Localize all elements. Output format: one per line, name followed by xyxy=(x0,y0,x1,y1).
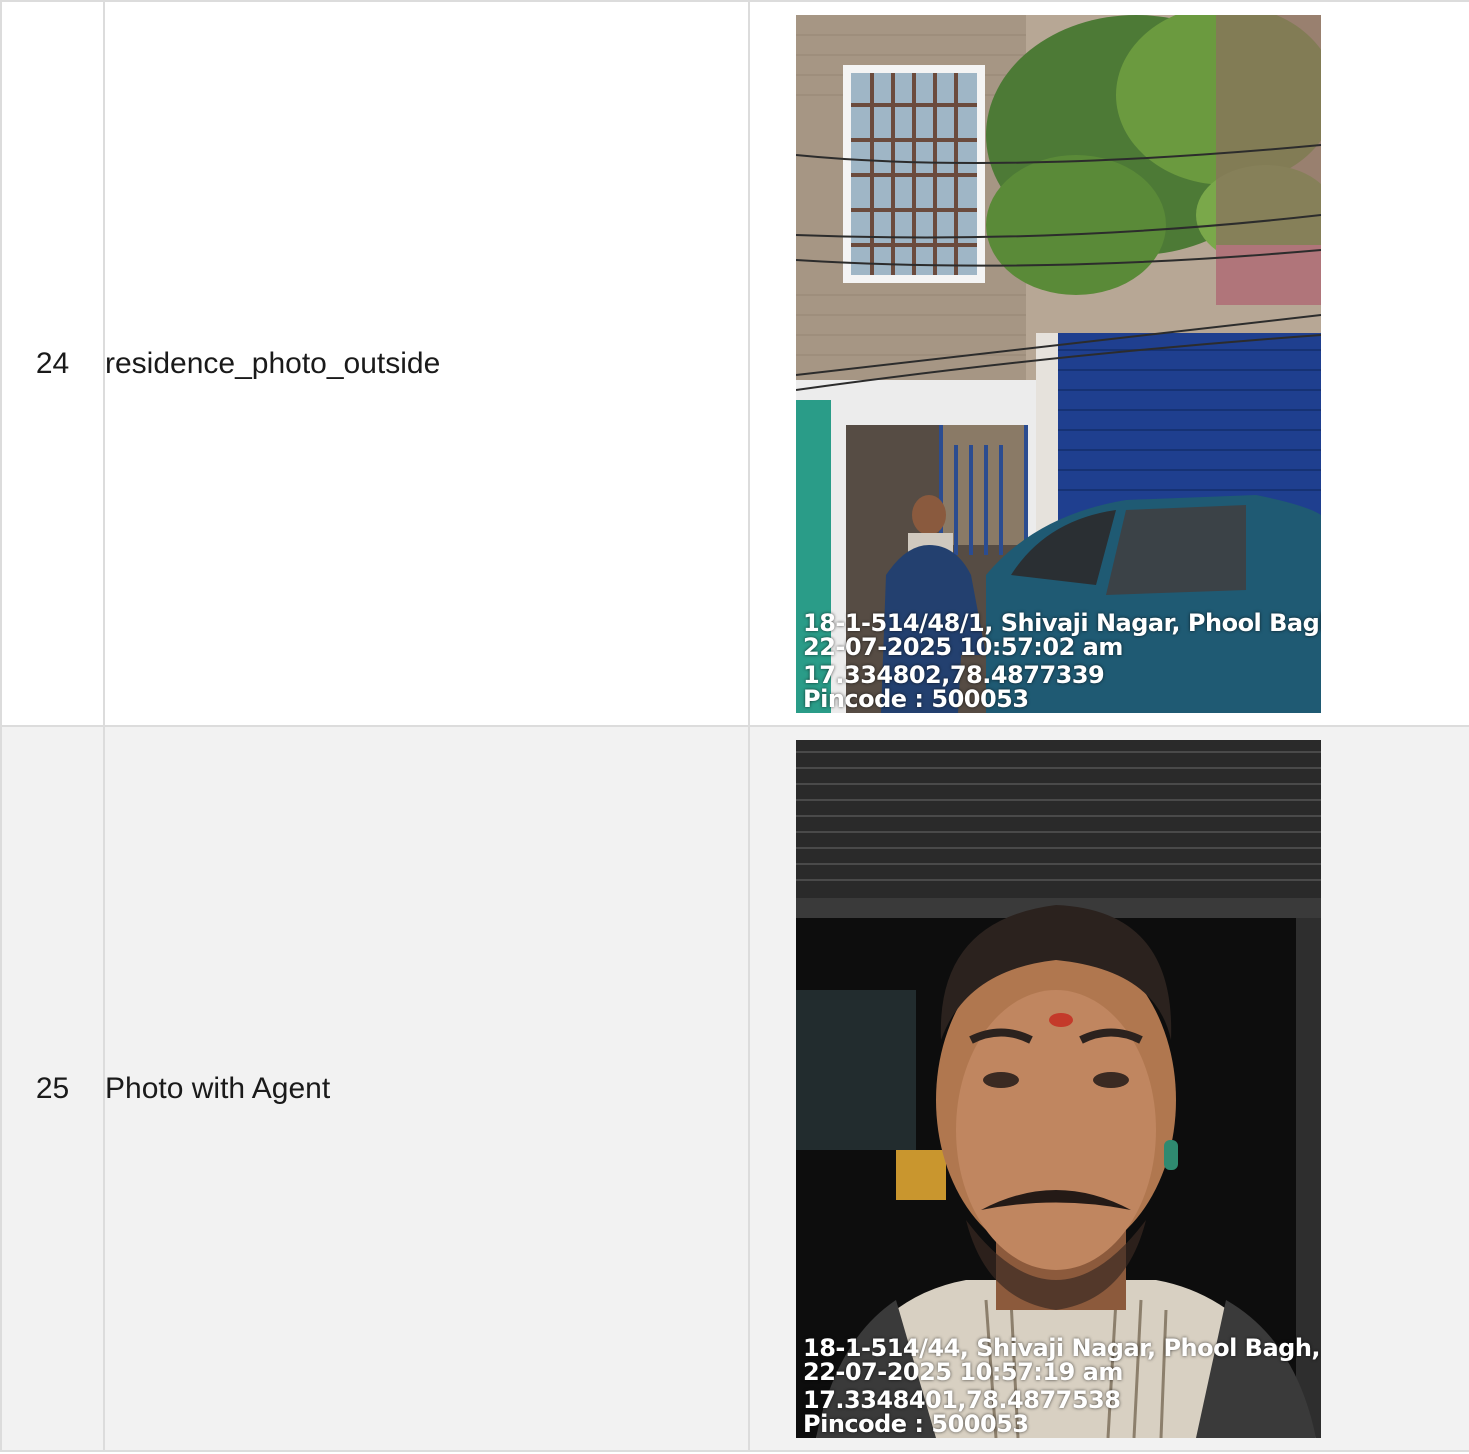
stamp-datetime: 22-07-2025 10:57:19 am xyxy=(803,1357,1123,1386)
table-row: 25 Photo with Agent 18-1-514/44, Shivaji… xyxy=(0,725,1469,1452)
residence-photo-image xyxy=(796,14,1321,713)
stamp-pincode: Pincode : 500053 xyxy=(803,684,1029,713)
stamp-datetime: 22-07-2025 10:57:02 am xyxy=(803,632,1123,661)
stamp-address: 18-1-514/48/1, Shivaji Nagar, Phool Bagh… xyxy=(803,608,1321,637)
agent-photo[interactable]: 18-1-514/44, Shivaji Nagar, Phool Bagh, … xyxy=(796,739,1321,1438)
photo-table: 24 residence_photo_outside 18-1-514/48/1… xyxy=(0,0,1469,1452)
stamp-coordinates: 17.334802,78.4877339 xyxy=(803,660,1105,689)
row-number: 25 xyxy=(0,725,105,1452)
stamp-address: 18-1-514/44, Shivaji Nagar, Phool Bagh, … xyxy=(803,1333,1321,1362)
photo-cell: 18-1-514/44, Shivaji Nagar, Phool Bagh, … xyxy=(748,725,1469,1452)
photo-stamp: 18-1-514/44, Shivaji Nagar, Phool Bagh, … xyxy=(803,1336,1321,1436)
photo-stamp: 18-1-514/48/1, Shivaji Nagar, Phool Bagh… xyxy=(803,611,1321,711)
table-row: 24 residence_photo_outside 18-1-514/48/1… xyxy=(0,0,1469,727)
row-label: residence_photo_outside xyxy=(103,0,750,727)
stamp-pincode: Pincode : 500053 xyxy=(803,1409,1029,1438)
photo-cell: 18-1-514/48/1, Shivaji Nagar, Phool Bagh… xyxy=(748,0,1469,727)
row-label: Photo with Agent xyxy=(103,725,750,1452)
row-number: 24 xyxy=(0,0,105,727)
agent-photo-image xyxy=(796,739,1321,1438)
stamp-coordinates: 17.3348401,78.4877538 xyxy=(803,1385,1121,1414)
residence-photo[interactable]: 18-1-514/48/1, Shivaji Nagar, Phool Bagh… xyxy=(796,14,1321,713)
